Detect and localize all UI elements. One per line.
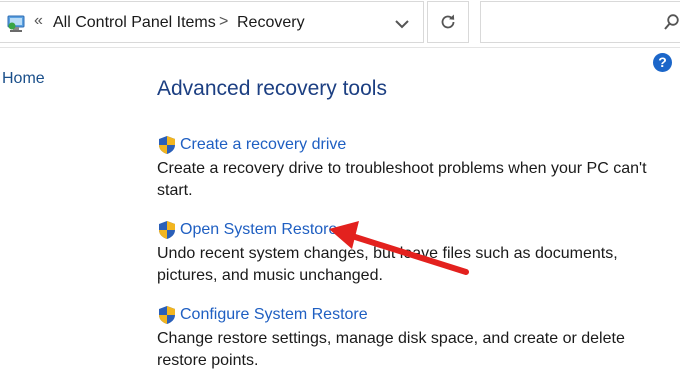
help-icon[interactable]: ?	[653, 53, 672, 72]
page-title: Advanced recovery tools	[157, 77, 387, 100]
task-description: Undo recent system changes, but leave fi…	[157, 245, 618, 284]
chevron-down-icon	[395, 19, 409, 28]
configure-system-restore-link[interactable]: Configure System Restore	[157, 305, 662, 325]
breadcrumb-recovery[interactable]: Recovery	[237, 14, 305, 32]
breadcrumb-overflow[interactable]: «	[34, 12, 43, 30]
breadcrumb-all-control-panel-items[interactable]: All Control Panel Items	[53, 14, 216, 32]
refresh-button[interactable]	[427, 1, 469, 43]
breadcrumb[interactable]: « All Control Panel Items > Recovery	[0, 1, 424, 43]
address-bar: « All Control Panel Items > Recovery	[0, 0, 680, 48]
task-create-recovery-drive: Create a recovery drive Create a recover…	[157, 135, 662, 202]
breadcrumb-separator[interactable]: >	[219, 13, 228, 31]
search-icon	[664, 14, 679, 30]
open-system-restore-link[interactable]: Open System Restore	[157, 220, 662, 240]
task-open-system-restore: Open System Restore Undo recent system c…	[157, 220, 662, 287]
task-description: Change restore settings, manage disk spa…	[157, 330, 625, 369]
uac-shield-icon	[159, 221, 175, 239]
task-label[interactable]: Configure System Restore	[180, 306, 368, 324]
task-configure-system-restore: Configure System Restore Change restore …	[157, 305, 662, 372]
nav-home-link[interactable]: Home	[2, 70, 45, 88]
task-label[interactable]: Create a recovery drive	[180, 136, 346, 154]
uac-shield-icon	[159, 306, 175, 324]
create-recovery-drive-link[interactable]: Create a recovery drive	[157, 135, 662, 155]
search-input[interactable]	[480, 1, 680, 43]
uac-shield-icon	[159, 136, 175, 154]
task-description: Create a recovery drive to troubleshoot …	[157, 160, 647, 199]
task-label[interactable]: Open System Restore	[180, 221, 337, 239]
control-panel-icon	[7, 15, 25, 32]
refresh-icon	[441, 14, 455, 29]
address-dropdown-button[interactable]	[390, 14, 414, 34]
